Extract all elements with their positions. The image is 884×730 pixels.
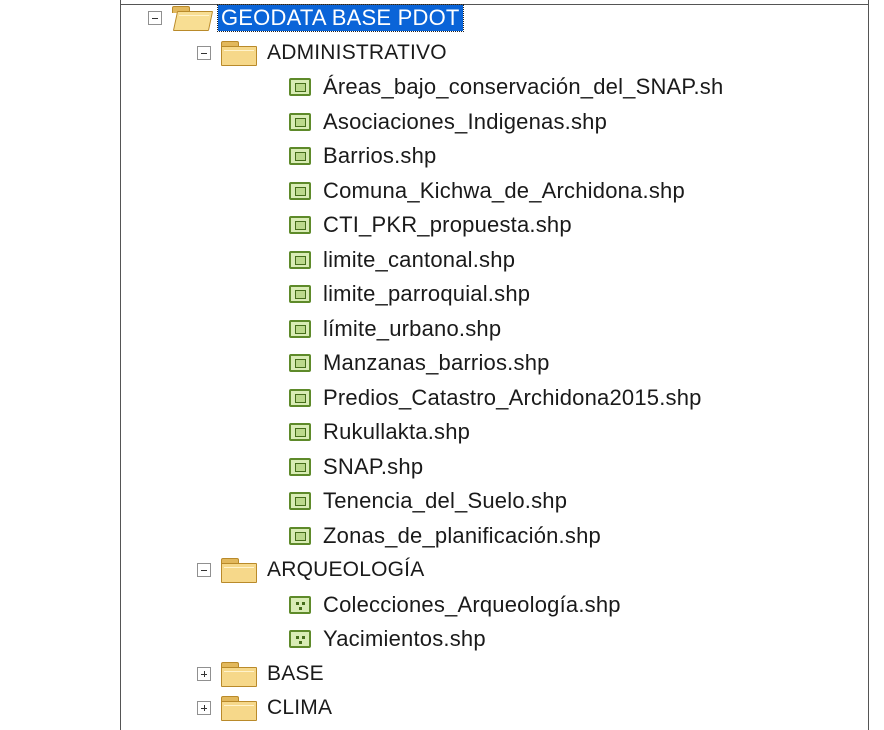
tree-node-layer[interactable]: Asociaciones_Indigenas.shp <box>289 105 607 139</box>
layer-label: Rukullakta.shp <box>323 419 471 444</box>
polygon-layer-icon <box>289 285 311 303</box>
tree-node-layer[interactable]: límite_urbano.shp <box>289 312 501 346</box>
collapse-toggle-icon[interactable] <box>197 45 211 60</box>
tree-node-layer[interactable]: Colecciones_Arqueología.shp <box>289 588 621 622</box>
folder-body-shape <box>221 45 257 66</box>
polygon-layer-icon <box>289 354 311 372</box>
folder-label: ADMINISTRATIVO <box>267 40 447 64</box>
folder-icon <box>221 40 257 66</box>
polygon-layer-icon <box>289 181 311 200</box>
collapse-toggle-icon[interactable] <box>148 11 162 25</box>
layer-label: Áreas_bajo_conservación_del_SNAP.sh <box>323 74 724 99</box>
folder-label: CLIMA <box>267 696 333 719</box>
polygon-layer-icon <box>289 492 311 510</box>
layer-label: Predios_Catastro_Archidona2015.shp <box>323 384 702 410</box>
layer-label: Tenencia_del_Suelo.shp <box>323 488 568 513</box>
tree-node-layer[interactable]: Comuna_Kichwa_de_Archidona.shp <box>289 174 685 208</box>
tree-node-root[interactable]: GEODATA BASE PDOT <box>148 1 464 35</box>
polygon-layer-icon <box>289 526 311 545</box>
tree-node-folder[interactable]: ADMINISTRATIVO <box>197 36 447 70</box>
tree-node-layer[interactable]: Áreas_bajo_conservación_del_SNAP.sh <box>289 70 723 104</box>
tree-node-layer[interactable]: Yacimientos.shp <box>289 622 486 656</box>
layer-label: Comuna_Kichwa_de_Archidona.shp <box>323 177 685 203</box>
folder-body-shape <box>221 563 257 583</box>
folder-icon <box>221 661 257 687</box>
polygon-layer-icon <box>289 147 311 165</box>
tree-frame-right <box>868 0 869 730</box>
folder-label: ARQUEOLOGÍA <box>267 558 425 581</box>
point-layer-icon <box>289 595 311 614</box>
folder-icon <box>221 696 257 721</box>
folder-icon <box>221 558 257 583</box>
tree-node-layer[interactable]: limite_cantonal.shp <box>289 243 515 277</box>
tree-node-folder[interactable]: CLIMA <box>197 691 332 725</box>
layer-label: Manzanas_barrios.shp <box>323 350 550 375</box>
tree-node-folder[interactable]: BASE <box>197 657 324 691</box>
polygon-layer-icon <box>289 388 311 407</box>
layer-label: limite_cantonal.shp <box>323 246 516 272</box>
layer-label: limite_parroquial.shp <box>323 281 531 306</box>
layer-label: Yacimientos.shp <box>323 626 486 651</box>
polygon-layer-icon <box>289 319 311 338</box>
tree-node-layer[interactable]: Zonas_de_planificación.shp <box>289 519 601 553</box>
folder-label: BASE <box>267 661 324 685</box>
polygon-layer-icon <box>289 250 311 269</box>
layer-label: límite_urbano.shp <box>323 315 502 341</box>
polygon-layer-icon <box>289 457 311 476</box>
tree-node-layer[interactable]: Predios_Catastro_Archidona2015.shp <box>289 381 702 415</box>
layer-label: SNAP.shp <box>323 453 424 479</box>
tree-node-layer[interactable]: Tenencia_del_Suelo.shp <box>289 484 567 518</box>
expand-toggle-icon[interactable] <box>197 666 211 681</box>
polygon-layer-icon <box>289 78 311 96</box>
point-layer-icon <box>289 630 311 648</box>
layer-label: Colecciones_Arqueología.shp <box>323 591 621 617</box>
polygon-layer-icon <box>289 216 311 234</box>
tree-node-layer[interactable]: Barrios.shp <box>289 139 436 173</box>
polygon-layer-icon <box>289 423 311 441</box>
root-node-label: GEODATA BASE PDOT <box>217 4 464 32</box>
tree-node-layer[interactable]: CTI_PKR_propuesta.shp <box>289 208 572 242</box>
polygon-layer-icon <box>289 112 311 131</box>
tree-node-layer[interactable]: Rukullakta.shp <box>289 415 470 449</box>
tree-node-layer[interactable]: SNAP.shp <box>289 450 423 484</box>
folder-body-shape <box>172 11 214 31</box>
folder-body-shape <box>221 701 257 721</box>
layer-label: Barrios.shp <box>323 143 437 168</box>
tree-node-folder[interactable]: ARQUEOLOGÍA <box>197 553 424 587</box>
layer-label: Asociaciones_Indigenas.shp <box>323 108 608 134</box>
expand-toggle-icon[interactable] <box>197 701 211 715</box>
folder-body-shape <box>221 666 257 687</box>
tree-node-layer[interactable]: limite_parroquial.shp <box>289 277 530 311</box>
folder-open-icon <box>172 6 214 31</box>
layer-label: Zonas_de_planificación.shp <box>323 522 601 548</box>
collapse-toggle-icon[interactable] <box>197 563 211 577</box>
tree-node-layer[interactable]: Manzanas_barrios.shp <box>289 346 550 380</box>
catalog-tree: GEODATA BASE PDOT ADMINISTRATIVO Áreas_baj… <box>0 0 868 730</box>
layer-label: CTI_PKR_propuesta.shp <box>323 212 572 237</box>
